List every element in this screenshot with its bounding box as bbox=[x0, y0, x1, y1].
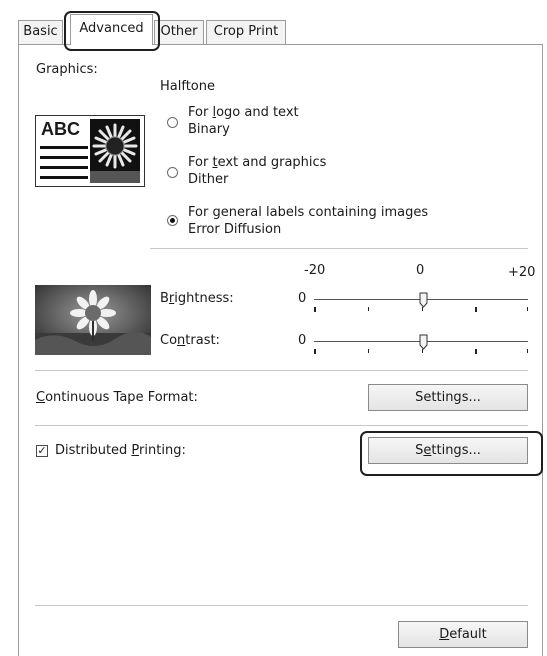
tab-crop-print[interactable]: Crop Print bbox=[206, 20, 286, 44]
button-label: Settings... bbox=[415, 390, 481, 405]
section-divider bbox=[150, 248, 528, 249]
tab-other-label: Other bbox=[160, 24, 198, 39]
slider-tick bbox=[368, 307, 369, 311]
option-text: ogo and text bbox=[216, 105, 299, 120]
preview-line bbox=[40, 146, 88, 149]
slider-tick bbox=[475, 307, 477, 312]
default-button[interactable]: Default bbox=[398, 621, 528, 648]
preview-line bbox=[40, 166, 88, 169]
contrast-slider-thumb[interactable] bbox=[419, 334, 428, 350]
halftone-radio-dither[interactable] bbox=[167, 167, 178, 178]
label-text: trast: bbox=[185, 333, 220, 348]
button-label: ttings... bbox=[431, 443, 481, 458]
label-text: ightness: bbox=[174, 291, 234, 306]
graphics-label: Graphics: bbox=[36, 62, 98, 77]
brightness-value: 0 bbox=[298, 291, 307, 306]
slider-tick bbox=[422, 349, 423, 353]
tab-advanced[interactable]: Advanced bbox=[70, 14, 153, 45]
brightness-label: Brightness: bbox=[160, 291, 234, 306]
tab-basic[interactable]: Basic bbox=[18, 20, 63, 44]
halftone-option-binary[interactable]: For logo and text Binary bbox=[188, 104, 299, 138]
tab-other[interactable]: Other bbox=[154, 20, 204, 44]
label-text: B bbox=[160, 291, 169, 306]
halftone-radio-error-diffusion[interactable] bbox=[167, 215, 178, 226]
tab-basic-label: Basic bbox=[23, 24, 58, 39]
label-mnemonic: C bbox=[36, 390, 46, 405]
sunflower-icon bbox=[90, 119, 140, 183]
option-subtext: Error Diffusion bbox=[188, 222, 282, 237]
halftone-radio-binary[interactable] bbox=[167, 117, 178, 128]
contrast-value: 0 bbox=[298, 333, 307, 348]
preview-line bbox=[40, 176, 88, 179]
slider-tick bbox=[475, 349, 477, 354]
brightness-slider-thumb[interactable] bbox=[419, 292, 428, 308]
preview-abc-text: ABC bbox=[41, 119, 80, 139]
graphics-preview-image: ABC bbox=[35, 115, 145, 187]
scale-mid-label: 0 bbox=[416, 263, 425, 278]
option-mnemonic: g bbox=[212, 205, 221, 220]
section-divider bbox=[35, 425, 528, 426]
contrast-label: Contrast: bbox=[160, 333, 220, 348]
section-divider bbox=[35, 605, 528, 606]
halftone-option-error-diffusion[interactable]: For general labels containing images Err… bbox=[188, 204, 428, 238]
slider-tick bbox=[368, 349, 369, 353]
continuous-tape-settings-button[interactable]: Settings... bbox=[368, 384, 528, 411]
scale-min-label: -20 bbox=[304, 263, 326, 278]
option-text: For bbox=[188, 105, 213, 120]
label-text: rinting: bbox=[139, 443, 186, 458]
brightness-slider[interactable] bbox=[314, 290, 530, 312]
slider-tick bbox=[527, 307, 528, 311]
distributed-printing-checkbox[interactable]: ✓ bbox=[36, 445, 48, 457]
option-subtext: Dither bbox=[188, 172, 229, 187]
slider-tick bbox=[527, 349, 528, 353]
slider-tick bbox=[422, 307, 423, 311]
check-mark-icon: ✓ bbox=[37, 444, 47, 457]
option-subtext: Binary bbox=[188, 122, 230, 137]
label-text: ontinuous Tape Format: bbox=[45, 390, 198, 405]
preview-line bbox=[40, 156, 88, 159]
contrast-slider[interactable] bbox=[314, 332, 530, 354]
tab-crop-print-label: Crop Print bbox=[213, 24, 279, 39]
option-text: For bbox=[188, 205, 213, 220]
button-label: efault bbox=[449, 627, 487, 642]
option-text: For bbox=[188, 155, 213, 170]
slider-tick bbox=[314, 349, 316, 354]
label-mnemonic: P bbox=[131, 443, 140, 458]
continuous-tape-format-label: Continuous Tape Format: bbox=[36, 390, 198, 405]
section-divider bbox=[35, 370, 528, 371]
slider-tick bbox=[314, 307, 316, 312]
sunflower-photo-icon bbox=[35, 285, 151, 355]
label-text: Distributed bbox=[55, 443, 132, 458]
scale-max-label: +20 bbox=[508, 265, 536, 280]
tab-advanced-label: Advanced bbox=[79, 21, 144, 36]
button-mnemonic: D bbox=[439, 627, 450, 642]
option-text: ext and graphics bbox=[217, 155, 327, 170]
option-text: eneral labels containing images bbox=[220, 205, 429, 220]
halftone-option-dither[interactable]: For text and graphics Dither bbox=[188, 154, 326, 188]
label-text: Co bbox=[160, 333, 178, 348]
distributed-printing-label[interactable]: Distributed Printing: bbox=[55, 443, 186, 458]
halftone-label: Halftone bbox=[160, 79, 215, 94]
distributed-printing-settings-button[interactable]: Settings... bbox=[368, 437, 528, 464]
